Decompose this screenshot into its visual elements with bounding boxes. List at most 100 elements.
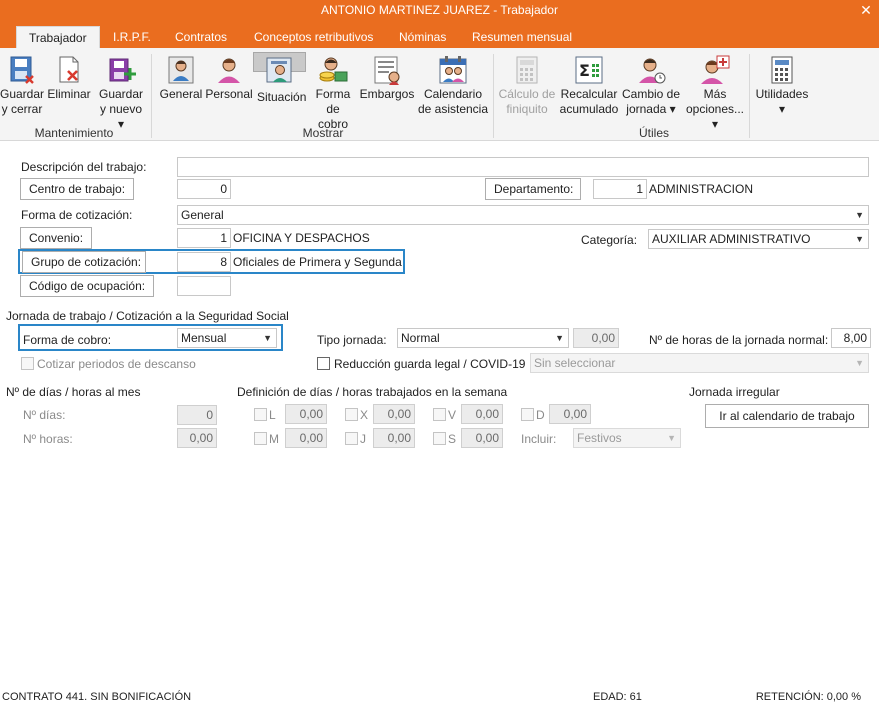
day-j-label: J bbox=[360, 432, 366, 446]
eliminar-button[interactable]: Eliminar bbox=[46, 52, 92, 126]
incluir-label: Incluir: bbox=[521, 432, 557, 446]
svg-text:Σ: Σ bbox=[579, 61, 590, 80]
group-utiles-label: Útiles bbox=[638, 126, 669, 140]
chevron-down-icon: ▼ bbox=[855, 234, 864, 244]
status-edad: EDAD: 61 bbox=[593, 691, 642, 703]
chevron-down-icon: ▼ bbox=[555, 333, 564, 343]
person-icon bbox=[168, 56, 194, 84]
utilidades-button[interactable]: Utilidades ▾ bbox=[752, 52, 812, 126]
jornada-irregular-title: Jornada irregular bbox=[689, 385, 780, 399]
dias-section-title: Nº de días / horas al mes bbox=[6, 385, 141, 399]
embargos-button[interactable]: Embargos bbox=[359, 52, 415, 126]
day-x-input: 0,00 bbox=[373, 404, 415, 424]
categoria-label: Categoría: bbox=[581, 233, 638, 247]
categoria-select[interactable]: AUXILIAR ADMINISTRATIVO ▼ bbox=[648, 229, 869, 249]
day-d-input: 0,00 bbox=[549, 404, 591, 424]
ribbon-separator bbox=[749, 54, 750, 138]
departamento-button[interactable]: Departamento: bbox=[485, 178, 581, 200]
tab-conceptos-retributivos[interactable]: Conceptos retributivos bbox=[242, 26, 385, 48]
day-j-input: 0,00 bbox=[373, 428, 415, 448]
calculo-finiquito-button[interactable]: Cálculo de finiquito bbox=[497, 52, 557, 126]
general-button[interactable]: General bbox=[158, 52, 204, 126]
semana-section-title: Definición de días / horas trabajados en… bbox=[237, 385, 508, 399]
day-j-checkbox[interactable] bbox=[345, 432, 358, 445]
forma-cobro-select[interactable]: Mensual ▼ bbox=[177, 328, 277, 348]
guardar-nuevo-button[interactable]: Guardar y nuevo ▾ bbox=[96, 52, 146, 131]
horas-jornada-input[interactable]: 8,00 bbox=[831, 328, 871, 348]
title-bar: ANTONIO MARTINEZ JUAREZ - Trabajador ✕ bbox=[0, 0, 879, 22]
cotizar-periodos-label: Cotizar periodos de descanso bbox=[37, 357, 196, 371]
cambio-jornada-button[interactable]: Cambio de jornada ▾ bbox=[621, 52, 681, 126]
day-v-checkbox[interactable] bbox=[433, 408, 446, 421]
day-v-label: V bbox=[448, 408, 457, 422]
day-d-label: D bbox=[536, 408, 545, 422]
day-m-label: M bbox=[269, 432, 279, 446]
tab-bar: Trabajador I.R.P.F. Contratos Conceptos … bbox=[0, 22, 879, 48]
forma-cotizacion-select[interactable]: General ▼ bbox=[177, 205, 869, 225]
day-l-checkbox[interactable] bbox=[254, 408, 267, 421]
close-icon[interactable]: ✕ bbox=[857, 0, 875, 20]
grupo-cotizacion-name: Oficiales de Primera y Segunda bbox=[233, 255, 402, 269]
codigo-ocupacion-button[interactable]: Código de ocupación: bbox=[20, 275, 154, 297]
day-s-input: 0,00 bbox=[461, 428, 503, 448]
tab-nominas[interactable]: Nóminas bbox=[387, 26, 458, 48]
day-m-input: 0,00 bbox=[285, 428, 327, 448]
guardar-cerrar-button[interactable]: Guardar y cerrar bbox=[0, 52, 44, 126]
horas-jornada-label: Nº de horas de la jornada normal: bbox=[649, 333, 829, 347]
recalcular-acumulado-button[interactable]: Σ Recalcular acumulado bbox=[558, 52, 620, 126]
calculator-icon bbox=[771, 56, 793, 84]
reduccion-guarda-label: Reducción guarda legal / COVID-19 bbox=[334, 357, 526, 371]
convenio-code-input[interactable]: 1 bbox=[177, 228, 231, 248]
dias-input: 0 bbox=[177, 405, 217, 425]
day-m-checkbox[interactable] bbox=[254, 432, 267, 445]
forma-cobro-button[interactable]: Forma de cobro bbox=[310, 52, 356, 131]
horas-input: 0,00 bbox=[177, 428, 217, 448]
chevron-down-icon: ▼ bbox=[667, 433, 676, 443]
centro-trabajo-input[interactable]: 0 bbox=[177, 179, 231, 199]
day-l-label: L bbox=[269, 408, 276, 422]
delete-icon bbox=[59, 56, 79, 83]
departamento-code-input[interactable]: 1 bbox=[593, 179, 647, 199]
window-title: ANTONIO MARTINEZ JUAREZ - Trabajador bbox=[321, 3, 558, 17]
situacion-button[interactable]: Situación bbox=[253, 52, 306, 104]
tipo-jornada-label: Tipo jornada: bbox=[317, 333, 387, 347]
calculator-icon bbox=[516, 56, 538, 84]
reduccion-guarda-select[interactable]: Sin seleccionar ▼ bbox=[530, 353, 869, 373]
tab-trabajador[interactable]: Trabajador bbox=[16, 26, 100, 48]
chevron-down-icon: ▼ bbox=[855, 210, 864, 220]
centro-trabajo-button[interactable]: Centro de trabajo: bbox=[20, 178, 134, 200]
ribbon-separator bbox=[493, 54, 494, 138]
horas-label: Nº horas: bbox=[23, 432, 73, 446]
day-l-input: 0,00 bbox=[285, 404, 327, 424]
day-s-checkbox[interactable] bbox=[433, 432, 446, 445]
ir-calendario-button[interactable]: Ir al calendario de trabajo bbox=[705, 404, 869, 428]
ribbon: Guardar y cerrar Eliminar Guardar y nuev… bbox=[0, 48, 879, 141]
calendar-people-icon bbox=[439, 56, 467, 84]
tipo-jornada-select[interactable]: Normal ▼ bbox=[397, 328, 569, 348]
reduccion-guarda-checkbox[interactable] bbox=[317, 357, 330, 370]
descripcion-input[interactable] bbox=[177, 157, 869, 177]
status-retencion: RETENCIÓN: 0,00 % bbox=[755, 691, 861, 703]
grupo-cotizacion-code-input[interactable]: 8 bbox=[177, 252, 231, 272]
personal-button[interactable]: Personal bbox=[205, 52, 253, 126]
incluir-select[interactable]: Festivos ▼ bbox=[573, 428, 681, 448]
forma-cobro-label: Forma de cobro: bbox=[23, 333, 112, 347]
tab-contratos[interactable]: Contratos bbox=[163, 26, 239, 48]
dias-label: Nº días: bbox=[23, 408, 66, 422]
day-d-checkbox[interactable] bbox=[521, 408, 534, 421]
mas-opciones-button[interactable]: Más opciones... ▾ bbox=[683, 52, 747, 131]
tab-resumen-mensual[interactable]: Resumen mensual bbox=[460, 26, 584, 48]
tab-irpf[interactable]: I.R.P.F. bbox=[101, 26, 163, 48]
convenio-button[interactable]: Convenio: bbox=[20, 227, 92, 249]
day-v-input: 0,00 bbox=[461, 404, 503, 424]
descripcion-label: Descripción del trabajo: bbox=[21, 160, 147, 174]
codigo-ocupacion-input[interactable] bbox=[177, 276, 231, 296]
day-x-checkbox[interactable] bbox=[345, 408, 358, 421]
save-new-icon bbox=[109, 58, 136, 82]
cotizar-periodos-checkbox[interactable] bbox=[21, 357, 34, 370]
chevron-down-icon: ▼ bbox=[855, 358, 864, 368]
group-mantenimiento-label: Mantenimiento bbox=[34, 126, 114, 140]
calendario-asistencia-button[interactable]: Calendario de asistencia bbox=[417, 52, 489, 126]
grupo-cotizacion-button[interactable]: Grupo de cotización: bbox=[22, 251, 146, 273]
ribbon-separator bbox=[151, 54, 152, 138]
